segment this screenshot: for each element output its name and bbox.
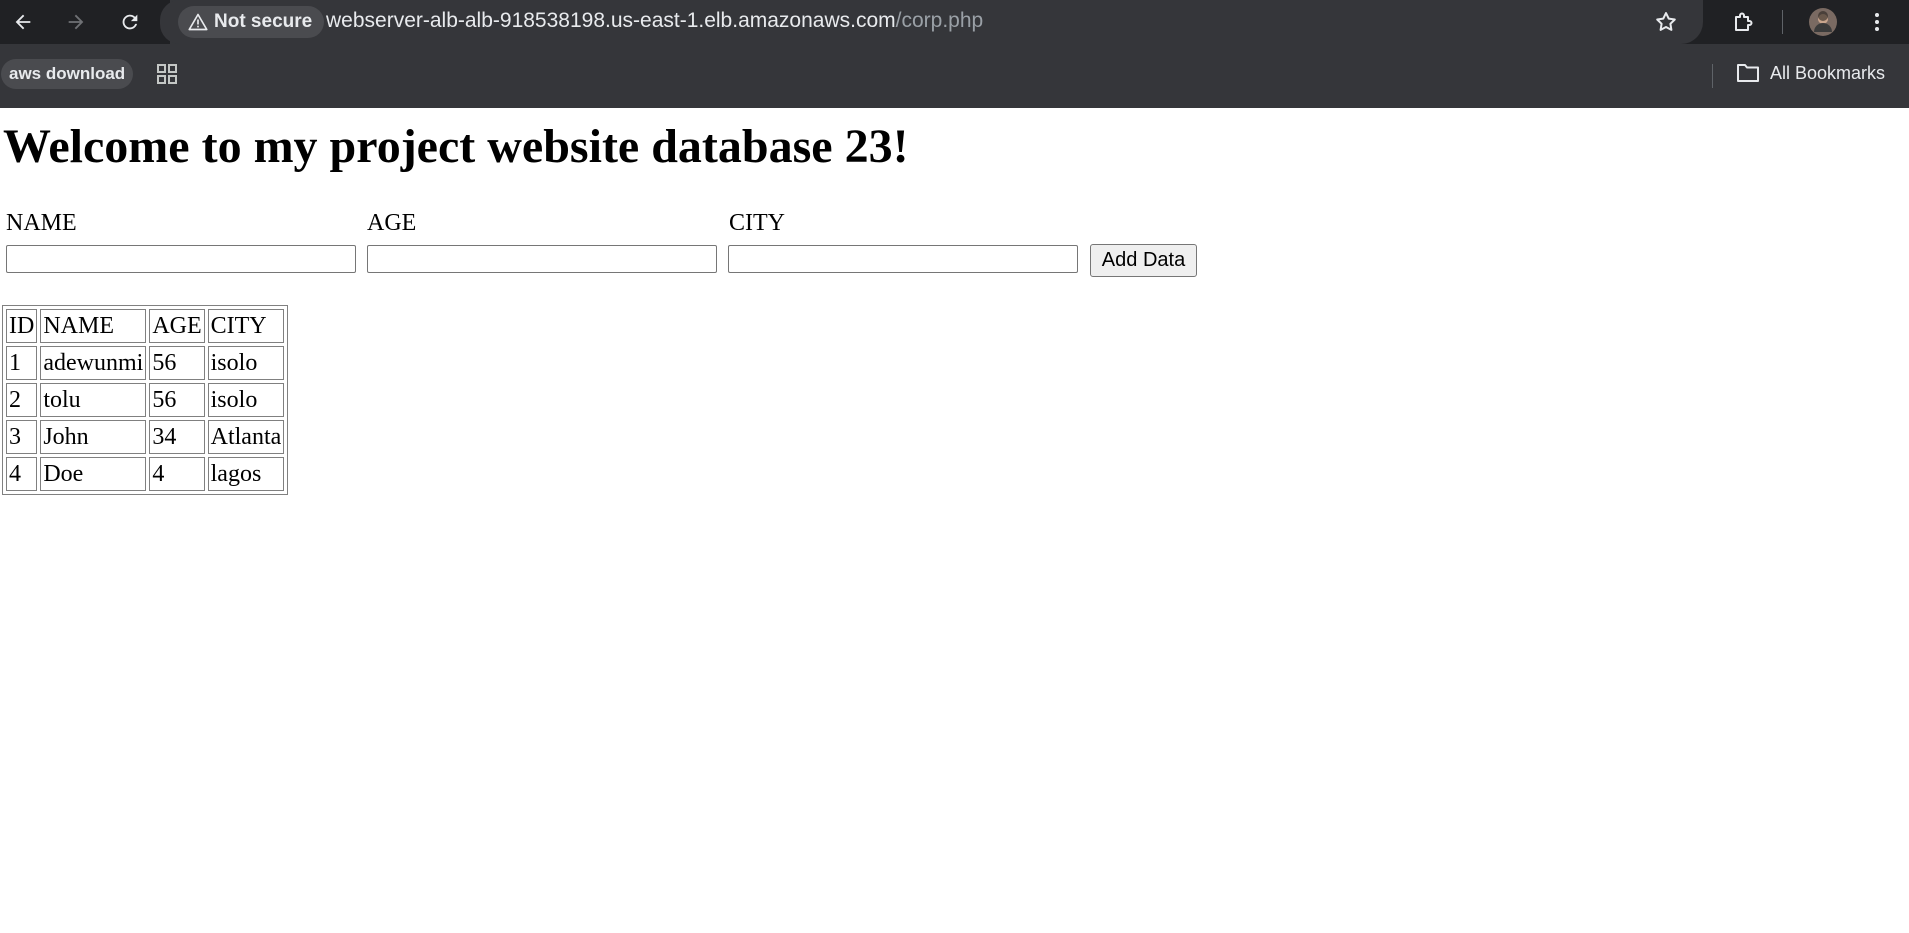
all-bookmarks-button[interactable]: All Bookmarks [1736, 62, 1885, 84]
warning-triangle-icon [188, 13, 208, 31]
cell-name: adewunmi [40, 346, 147, 380]
cell-age: 34 [149, 420, 205, 454]
cell-id: 3 [6, 420, 38, 454]
header-name: NAME [40, 309, 147, 343]
cell-city: lagos [207, 457, 285, 491]
header-id: ID [6, 309, 38, 343]
apps-grid-icon [157, 64, 177, 84]
forward-button[interactable] [61, 7, 91, 37]
cell-age: 56 [149, 346, 205, 380]
header-city: CITY [207, 309, 285, 343]
site-info-chip[interactable]: Not secure [178, 6, 325, 38]
table-row: 1 adewunmi 56 isolo [6, 346, 285, 380]
age-label: AGE [367, 210, 417, 236]
more-vert-icon [1875, 13, 1879, 31]
cell-id: 1 [6, 346, 38, 380]
url-path: /corp.php [895, 9, 984, 32]
data-table: ID NAME AGE CITY 1 adewunmi 56 isolo 2 t… [2, 305, 289, 495]
city-label: CITY [729, 210, 785, 236]
bookmark-star-button[interactable] [1651, 7, 1681, 37]
bookmarks-bar: aws download All Bookmarks [0, 44, 1909, 108]
name-label: NAME [6, 210, 77, 236]
cell-id: 4 [6, 457, 38, 491]
browser-toolbar: Not secure webserver-alb-alb-918538198.u… [0, 0, 1909, 44]
folder-icon [1737, 64, 1759, 82]
toolbar-divider [1782, 10, 1783, 34]
cell-id: 2 [6, 383, 38, 417]
page-title: Welcome to my project website database 2… [3, 120, 909, 173]
url-host: webserver-alb-alb-918538198.us-east-1.el… [326, 9, 896, 32]
bookmarks-divider [1712, 64, 1713, 88]
puzzle-icon [1735, 12, 1753, 31]
reload-icon [122, 14, 138, 30]
forward-arrow-icon [68, 14, 84, 30]
apps-button[interactable] [155, 62, 179, 91]
bookmark-aws-download[interactable]: aws download [1, 59, 134, 89]
menu-button[interactable] [1862, 7, 1892, 37]
cell-city: Atlanta [207, 420, 285, 454]
cell-name: tolu [40, 383, 147, 417]
back-arrow-icon [15, 14, 31, 30]
avatar [1809, 8, 1837, 36]
star-icon [1656, 12, 1676, 31]
cell-name: Doe [40, 457, 147, 491]
cell-name: John [40, 420, 147, 454]
page-content: Welcome to my project website database 2… [0, 108, 1909, 933]
cell-age: 4 [149, 457, 205, 491]
table-row: 4 Doe 4 lagos [6, 457, 285, 491]
all-bookmarks-label: All Bookmarks [1770, 62, 1886, 83]
address-bar[interactable]: Not secure webserver-alb-alb-918538198.u… [160, 0, 1703, 44]
cell-city: isolo [207, 383, 285, 417]
cell-city: isolo [207, 346, 285, 380]
cell-age: 56 [149, 383, 205, 417]
url-text[interactable]: webserver-alb-alb-918538198.us-east-1.el… [326, 9, 983, 33]
reload-button[interactable] [115, 7, 145, 37]
age-input[interactable] [367, 245, 717, 273]
table-row: 3 John 34 Atlanta [6, 420, 285, 454]
name-input[interactable] [6, 245, 356, 273]
table-header-row: ID NAME AGE CITY [6, 309, 285, 343]
city-input[interactable] [728, 245, 1078, 273]
profile-button[interactable] [1808, 7, 1838, 37]
table-row: 2 tolu 56 isolo [6, 383, 285, 417]
header-age: AGE [149, 309, 205, 343]
back-button[interactable] [8, 7, 38, 37]
extensions-button[interactable] [1728, 7, 1758, 37]
add-data-button[interactable]: Add Data [1090, 244, 1197, 277]
security-label: Not secure [214, 11, 313, 32]
